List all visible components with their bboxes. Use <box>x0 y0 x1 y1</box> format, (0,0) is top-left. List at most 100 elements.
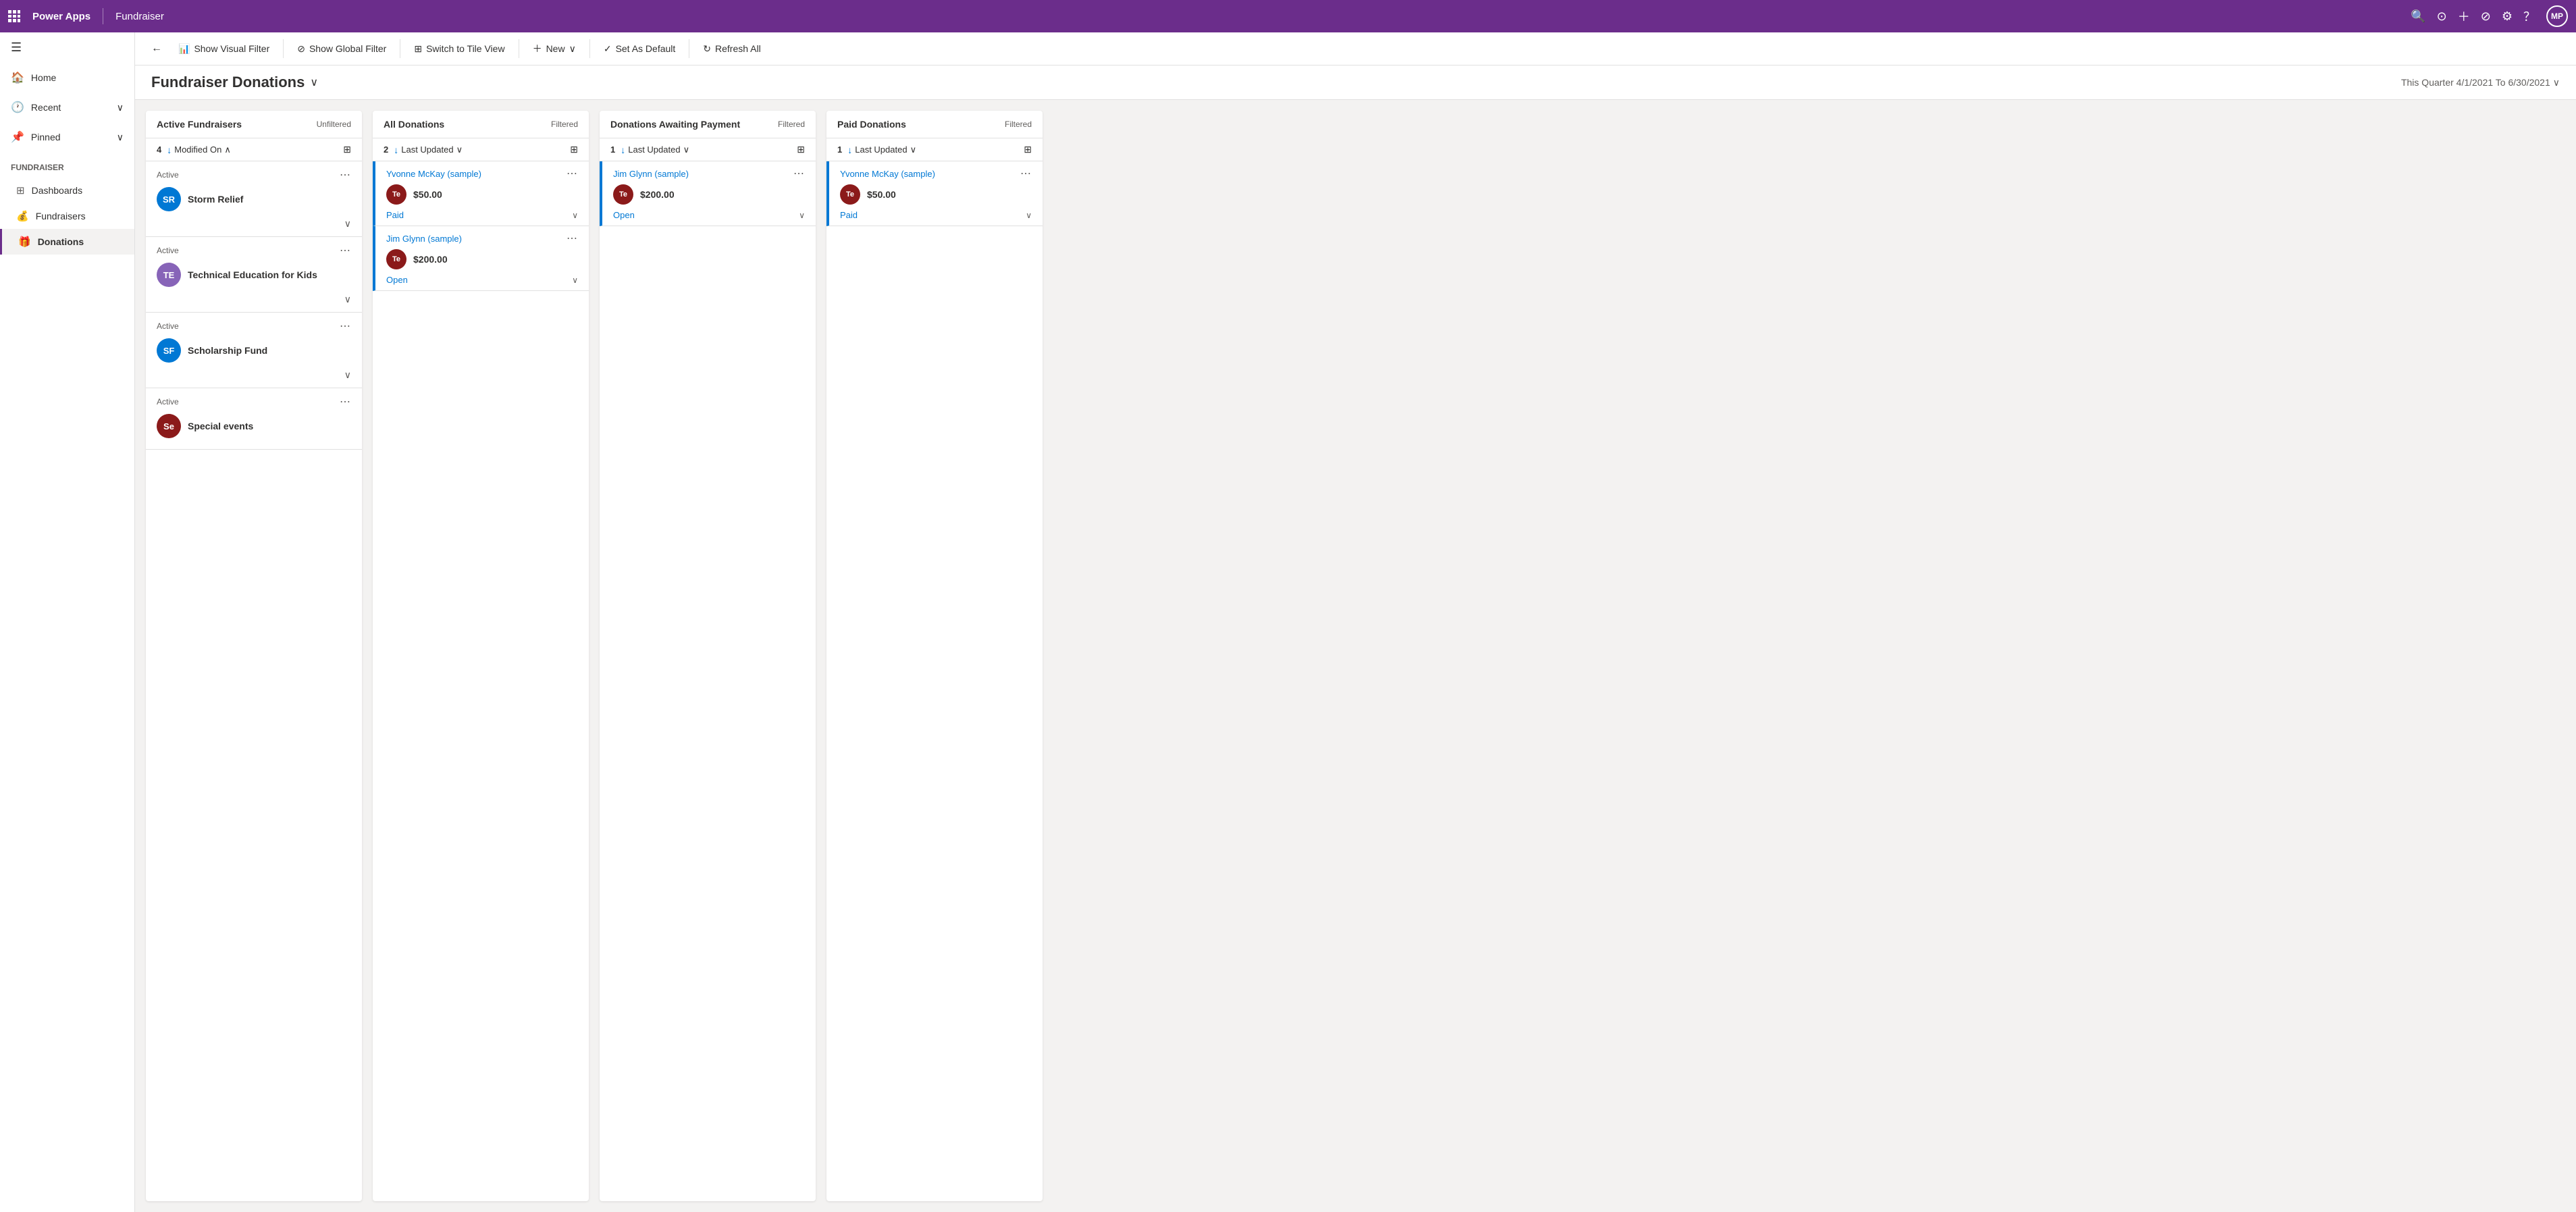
donation-more-yvonne-mckay-paid[interactable]: ⋯ <box>1020 167 1032 180</box>
donation-avatar-yvonne-mckay: Te <box>386 184 406 205</box>
card-technical-education[interactable]: Active ⋯ TE Technical Education for Kids… <box>146 237 362 313</box>
switch-to-tile-view-button[interactable]: ⊞ Switch to Tile View <box>406 39 512 59</box>
sort-chevron-all-donations-icon: ∨ <box>456 144 463 155</box>
column-filter-paid-donations: Filtered <box>1005 120 1032 129</box>
donation-card-jim-glynn[interactable]: Jim Glynn (sample) ⋯ Te $200.00 Open ∨ <box>373 226 589 291</box>
expand-storm-relief-icon[interactable]: ∨ <box>344 218 351 230</box>
sort-chevron-awaiting-payment-icon: ∨ <box>683 144 690 155</box>
expand-donation-yvonne-icon[interactable]: ∨ <box>572 211 578 220</box>
sort-control-paid-donations[interactable]: 1 ↓ Last Updated ∨ <box>837 144 916 155</box>
donation-person-yvonne-mckay-paid[interactable]: Yvonne McKay (sample) <box>840 169 935 179</box>
card-more-scholarship-fund[interactable]: ⋯ <box>340 319 351 333</box>
sort-arrow-icon: ↓ <box>167 144 172 155</box>
refresh-all-label: Refresh All <box>715 43 761 54</box>
sort-count-awaiting-payment: 1 <box>610 144 615 155</box>
expand-awaiting-icon[interactable]: ∨ <box>799 211 805 220</box>
expand-scholarship-fund-icon[interactable]: ∨ <box>344 369 351 381</box>
column-subheader-paid-donations: 1 ↓ Last Updated ∨ ⊞ <box>826 138 1043 161</box>
view-toggle-paid-donations[interactable]: ⊞ <box>1024 144 1032 155</box>
column-filter-awaiting-payment: Filtered <box>778 120 805 129</box>
donation-card-jim-glynn-awaiting[interactable]: Jim Glynn (sample) ⋯ Te $200.00 Open ∨ <box>600 161 816 226</box>
avatar-technical-education: TE <box>157 263 181 287</box>
card-more-technical-education[interactable]: ⋯ <box>340 244 351 257</box>
donation-person-yvonne-mckay[interactable]: Yvonne McKay (sample) <box>386 169 481 179</box>
page-header: Fundraiser Donations ∨ This Quarter 4/1/… <box>135 65 2576 100</box>
new-chevron-icon: ∨ <box>569 43 576 55</box>
refresh-all-button[interactable]: ↻ Refresh All <box>695 39 768 59</box>
sidebar-fundraisers-label: Fundraisers <box>36 211 86 221</box>
sidebar-item-home[interactable]: 🏠 Home <box>0 63 134 93</box>
view-toggle-active-fundraisers[interactable]: ⊞ <box>343 144 351 155</box>
toolbar-divider-1 <box>283 39 284 58</box>
new-plus-icon: ＋ <box>533 42 542 55</box>
donation-card-yvonne-mckay-paid[interactable]: Yvonne McKay (sample) ⋯ Te $50.00 Paid ∨ <box>826 161 1043 226</box>
date-filter-chevron-icon: ∨ <box>2553 77 2560 88</box>
sort-label-active-fundraisers: Modified On <box>174 144 221 155</box>
page-title-container[interactable]: Fundraiser Donations ∨ <box>151 74 318 91</box>
add-icon[interactable]: ＋ <box>2458 7 2470 25</box>
card-more-special-events[interactable]: ⋯ <box>340 395 351 409</box>
card-special-events[interactable]: Active ⋯ Se Special events <box>146 388 362 450</box>
donation-amount-yvonne-mckay: $50.00 <box>413 189 442 200</box>
sidebar-section-label: Fundraiser <box>0 152 134 178</box>
donation-more-jim-glynn[interactable]: ⋯ <box>567 232 578 245</box>
sidebar-item-donations[interactable]: 🎁 Donations <box>0 229 134 255</box>
column-active-fundraisers: Active Fundraisers Unfiltered 4 ↓ Modifi… <box>146 111 362 1201</box>
toolbar-divider-4 <box>589 39 590 58</box>
sidebar-item-recent[interactable]: 🕐 Recent ∨ <box>0 93 134 122</box>
sidebar-item-pinned[interactable]: 📌 Pinned ∨ <box>0 122 134 152</box>
show-visual-filter-label: Show Visual Filter <box>194 43 269 54</box>
donation-person-jim-glynn-awaiting[interactable]: Jim Glynn (sample) <box>613 169 689 179</box>
donation-status-yvonne-mckay-paid: Paid <box>840 210 858 220</box>
donation-more-jim-glynn-awaiting[interactable]: ⋯ <box>793 167 805 180</box>
card-scholarship-fund[interactable]: Active ⋯ SF Scholarship Fund ∨ <box>146 313 362 388</box>
sort-control-awaiting-payment[interactable]: 1 ↓ Last Updated ∨ <box>610 144 689 155</box>
sidebar-hamburger[interactable]: ☰ <box>0 32 134 63</box>
show-visual-filter-button[interactable]: 📊 Show Visual Filter <box>170 39 278 59</box>
filter-icon[interactable]: ⊘ <box>2481 9 2491 24</box>
column-title-active-fundraisers: Active Fundraisers <box>157 119 242 130</box>
sort-arrow-all-donations-icon: ↓ <box>394 144 398 155</box>
view-toggle-all-donations[interactable]: ⊞ <box>570 144 578 155</box>
back-button[interactable]: ← <box>146 38 167 59</box>
donation-person-jim-glynn[interactable]: Jim Glynn (sample) <box>386 234 462 244</box>
view-toggle-awaiting-payment[interactable]: ⊞ <box>797 144 805 155</box>
date-filter[interactable]: This Quarter 4/1/2021 To 6/30/2021 ∨ <box>2401 77 2560 88</box>
donation-more-yvonne-mckay[interactable]: ⋯ <box>567 167 578 180</box>
sort-control-active-fundraisers[interactable]: 4 ↓ Modified On ∧ <box>157 144 231 155</box>
donation-card-yvonne-mckay[interactable]: Yvonne McKay (sample) ⋯ Te $50.00 Paid ∨ <box>373 161 589 226</box>
dashboards-icon: ⊞ <box>16 184 25 196</box>
column-donations-awaiting-payment: Donations Awaiting Payment Filtered 1 ↓ … <box>600 111 816 1201</box>
sidebar: ☰ 🏠 Home 🕐 Recent ∨ 📌 Pinned ∨ Fundraise… <box>0 32 135 1212</box>
expand-donation-jim-icon[interactable]: ∨ <box>572 275 578 285</box>
column-header-awaiting-payment: Donations Awaiting Payment Filtered <box>600 111 816 138</box>
sort-label-paid-donations: Last Updated <box>855 144 907 155</box>
search-icon[interactable]: 🔍 <box>2411 9 2425 24</box>
card-status-technical-education: Active <box>157 246 179 255</box>
column-filter-active-fundraisers: Unfiltered <box>317 120 351 129</box>
checkmark-icon: ✓ <box>604 43 612 55</box>
settings-icon[interactable]: ⚙ <box>2502 9 2513 24</box>
sidebar-item-fundraisers[interactable]: 💰 Fundraisers <box>0 203 134 229</box>
sort-control-all-donations[interactable]: 2 ↓ Last Updated ∨ <box>384 144 463 155</box>
donations-icon: 🎁 <box>18 236 31 248</box>
set-as-default-button[interactable]: ✓ Set As Default <box>596 39 683 59</box>
column-header-all-donations: All Donations Filtered <box>373 111 589 138</box>
expand-paid-icon[interactable]: ∨ <box>1026 211 1032 220</box>
card-more-storm-relief[interactable]: ⋯ <box>340 168 351 182</box>
filter-funnel-icon: ⊘ <box>297 43 305 55</box>
card-name-special-events: Special events <box>188 421 253 431</box>
expand-technical-education-icon[interactable]: ∨ <box>344 294 351 305</box>
new-button[interactable]: ＋ New ∨ <box>525 38 584 59</box>
card-storm-relief[interactable]: Active ⋯ SR Storm Relief ∨ <box>146 161 362 237</box>
waffle-menu[interactable] <box>8 10 20 22</box>
sort-arrow-awaiting-payment-icon: ↓ <box>621 144 625 155</box>
show-global-filter-button[interactable]: ⊘ Show Global Filter <box>289 39 394 59</box>
cards-paid-donations: Yvonne McKay (sample) ⋯ Te $50.00 Paid ∨ <box>826 161 1043 1201</box>
sort-count-active-fundraisers: 4 <box>157 144 161 155</box>
help-icon[interactable]: ？ <box>2523 7 2535 25</box>
recent-apps-icon[interactable]: ⊙ <box>2437 9 2447 24</box>
page-title: Fundraiser Donations <box>151 74 305 91</box>
sidebar-item-dashboards[interactable]: ⊞ Dashboards <box>0 178 134 203</box>
user-avatar[interactable]: MP <box>2546 5 2568 27</box>
